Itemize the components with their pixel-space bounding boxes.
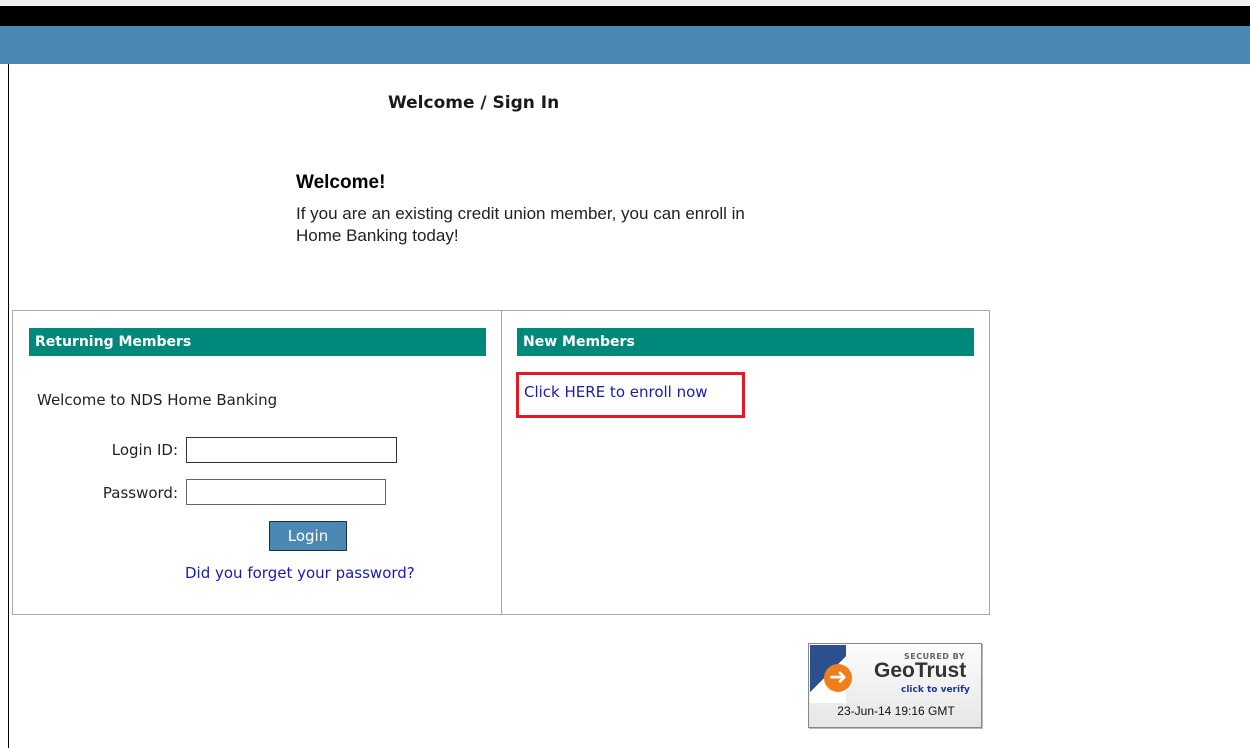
enroll-link[interactable]: Click HERE to enroll now [524, 383, 708, 401]
forgot-password-link[interactable]: Did you forget your password? [185, 564, 415, 582]
left-border [8, 64, 9, 748]
top-black-bar [0, 0, 1250, 26]
returning-members-header: Returning Members [29, 328, 486, 356]
welcome-heading: Welcome! [296, 172, 386, 193]
page-title: Welcome / Sign In [388, 93, 560, 113]
welcome-text: If you are an existing credit union memb… [296, 204, 745, 245]
login-id-input[interactable] [186, 437, 397, 463]
bank-welcome-text: Welcome to NDS Home Banking [37, 391, 278, 409]
seal-brand-suffix: Trust [914, 659, 967, 682]
login-id-label: Login ID: [111, 441, 178, 459]
login-button[interactable]: Login [269, 521, 347, 551]
seal-brand-prefix: Geo [874, 659, 915, 682]
column-divider [501, 310, 502, 615]
seal-verify-link[interactable]: click to verify [901, 685, 970, 695]
password-input[interactable] [186, 479, 386, 505]
new-members-header: New Members [517, 328, 974, 356]
seal-brand: GeoTrust [874, 659, 966, 683]
geotrust-logo-icon: ➜ [824, 664, 852, 692]
top-banner [0, 26, 1250, 64]
seal-timestamp: 23-Jun-14 19:16 GMT [837, 704, 955, 718]
password-label: Password: [102, 484, 178, 502]
